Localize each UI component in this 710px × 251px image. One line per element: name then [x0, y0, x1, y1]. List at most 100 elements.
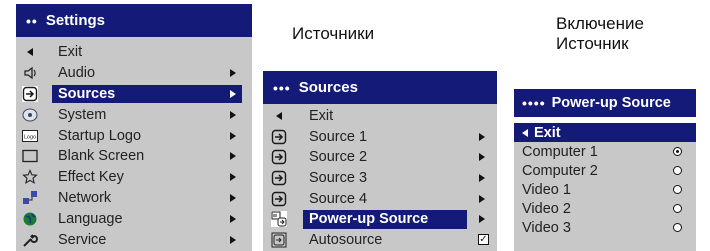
powerup-item-video-1[interactable]: Video 1 [514, 180, 696, 199]
powerup-title-bar: •••• Power-up Source [514, 89, 696, 117]
power-up-source-icon [271, 211, 287, 228]
source-icon [271, 170, 287, 186]
menu-item-label: Network [58, 189, 112, 206]
menu-item-service[interactable]: Service [16, 229, 252, 250]
powerup-caption: Включение Источник [556, 14, 644, 54]
sources-title-bar: ••• Sources [263, 71, 497, 104]
menu-item-network[interactable]: Network [16, 188, 252, 209]
sources-title: Sources [298, 79, 358, 96]
chevron-right-icon [479, 174, 485, 183]
powerup-exit-item[interactable]: Exit [514, 123, 696, 142]
chevron-right-icon [230, 110, 236, 119]
radio-button[interactable] [673, 223, 682, 232]
settings-menu: •• Settings Exit Audio Sources System Logo St… [16, 4, 252, 251]
chevron-right-icon [479, 153, 485, 162]
menu-item-label: Source 2 [309, 149, 368, 166]
menu-item-label: Blank Screen [58, 148, 145, 165]
svg-text:Logo: Logo [24, 134, 36, 140]
powerup-exit-label: Exit [534, 124, 561, 141]
wrench-icon [22, 232, 38, 248]
star-icon [22, 169, 38, 185]
system-icon [22, 107, 38, 123]
network-icon [22, 190, 38, 206]
menu-item-label: Startup Logo [58, 127, 142, 144]
chevron-right-icon [230, 235, 236, 244]
chevron-right-icon [230, 89, 236, 98]
sources-caption: Источники [292, 24, 375, 43]
back-arrow-icon [22, 44, 38, 60]
menu-item-source-2[interactable]: Source 2 [263, 147, 497, 168]
powerup-item-video-3[interactable]: Video 3 [514, 218, 696, 237]
menu-item-sources[interactable]: Sources [16, 84, 252, 105]
source-icon [22, 85, 38, 102]
menu-item-exit[interactable]: Exit [263, 106, 497, 127]
menu-item-label: Audio [58, 65, 96, 82]
menu-item-label: Effect Key [58, 169, 124, 186]
powerup-item-label: Computer 2 [522, 162, 598, 179]
menu-item-audio[interactable]: Audio [16, 63, 252, 84]
back-arrow-icon [271, 108, 287, 124]
radio-button[interactable] [673, 185, 682, 194]
powerup-caption-line1: Включение [556, 14, 644, 33]
source-icon [271, 191, 287, 207]
powerup-item-label: Computer 1 [522, 143, 598, 160]
chevron-right-icon [230, 69, 236, 78]
menu-item-label: Source 1 [309, 128, 368, 145]
menu-item-system[interactable]: System [16, 104, 252, 125]
menu-item-label: Power-up Source [309, 211, 429, 228]
menu-item-label: Sources [58, 85, 116, 102]
menu-item-language[interactable]: Language [16, 208, 252, 229]
title-dots: •••• [522, 95, 546, 111]
globe-icon [22, 211, 38, 227]
menu-item-label: Language [58, 210, 123, 227]
source-icon [271, 149, 287, 165]
powerup-title: Power-up Source [551, 95, 671, 111]
source-icon [271, 129, 287, 145]
settings-title-bar: •• Settings [16, 4, 252, 37]
settings-title: Settings [45, 12, 105, 29]
menu-item-label: Autosource [309, 231, 383, 248]
menu-item-label: Source 4 [309, 190, 368, 207]
chevron-right-icon [230, 131, 236, 140]
menu-item-source-3[interactable]: Source 3 [263, 168, 497, 189]
menu-item-label: Source 3 [309, 170, 368, 187]
radio-button[interactable] [673, 147, 682, 156]
chevron-right-icon [479, 132, 485, 141]
menu-item-label: Service [58, 231, 107, 248]
powerup-item-video-2[interactable]: Video 2 [514, 199, 696, 218]
chevron-right-icon [230, 193, 236, 202]
back-arrow-icon [522, 128, 528, 137]
menu-item-effect-key[interactable]: Effect Key [16, 167, 252, 188]
menu-item-autosource[interactable]: Autosource ✓ [263, 230, 497, 251]
speaker-icon [22, 65, 38, 81]
powerup-item-label: Video 2 [522, 200, 571, 217]
powerup-caption-line2: Источник [556, 34, 629, 53]
radio-button[interactable] [673, 204, 682, 213]
radio-button[interactable] [673, 166, 682, 175]
menu-item-source-4[interactable]: Source 4 [263, 188, 497, 209]
blank-screen-icon [22, 148, 38, 164]
powerup-item-computer-1[interactable]: Computer 1 [514, 142, 696, 161]
menu-item-source-1[interactable]: Source 1 [263, 127, 497, 148]
logo-icon: Logo [22, 128, 38, 144]
menu-item-label: System [58, 106, 107, 123]
chevron-right-icon [230, 214, 236, 223]
title-dots: ••• [273, 79, 291, 96]
menu-item-label: Exit [309, 108, 334, 125]
powerup-item-label: Video 3 [522, 219, 571, 236]
chevron-right-icon [479, 194, 485, 203]
powerup-source-menu: •••• Power-up Source Exit Computer 1 Comp… [514, 89, 696, 251]
menu-item-power-up-source[interactable]: Power-up Source [263, 209, 497, 230]
chevron-right-icon [230, 173, 236, 182]
autosource-checkbox[interactable]: ✓ [478, 234, 489, 246]
sources-menu: ••• Sources Exit Source 1 Source 2 Source 3… [263, 71, 497, 251]
menu-item-blank-screen[interactable]: Blank Screen [16, 146, 252, 167]
chevron-right-icon [479, 215, 485, 224]
menu-item-label: Exit [58, 44, 83, 61]
chevron-right-icon [230, 152, 236, 161]
menu-item-exit[interactable]: Exit [16, 42, 252, 63]
title-dots: •• [26, 12, 38, 29]
powerup-item-label: Video 1 [522, 181, 571, 198]
powerup-item-computer-2[interactable]: Computer 2 [514, 161, 696, 180]
menu-item-startup-logo[interactable]: Logo Startup Logo [16, 125, 252, 146]
